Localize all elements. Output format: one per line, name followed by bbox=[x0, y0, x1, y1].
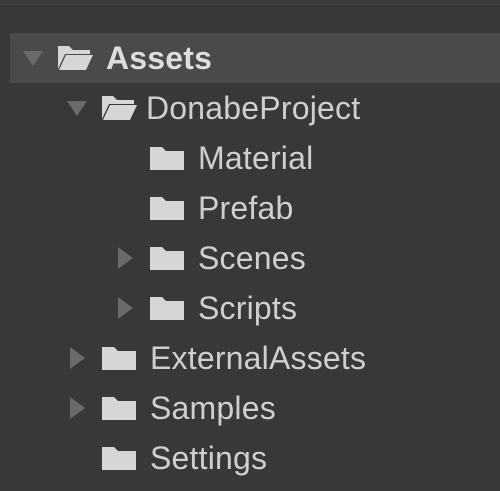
tree-item-label: ExternalAssets bbox=[150, 340, 367, 376]
tree-item-externalassets[interactable]: ExternalAssets bbox=[0, 333, 500, 383]
folder-open-icon bbox=[56, 33, 96, 83]
collapse-arrow-icon[interactable] bbox=[108, 283, 142, 333]
expand-arrow-icon[interactable] bbox=[16, 33, 50, 83]
arrow-placeholder bbox=[114, 183, 148, 233]
tree-item-label: Scripts bbox=[198, 290, 298, 326]
collapse-arrow-icon[interactable] bbox=[60, 333, 94, 383]
tree-item-label: Assets bbox=[106, 40, 213, 76]
folder-icon bbox=[148, 283, 188, 333]
arrow-placeholder bbox=[60, 433, 94, 483]
folder-icon bbox=[148, 233, 188, 283]
tree-item-label: Scenes bbox=[198, 240, 306, 276]
folder-icon bbox=[148, 133, 188, 183]
tree-item-material[interactable]: Material bbox=[0, 133, 500, 183]
panel-top-border bbox=[0, 0, 500, 7]
folder-icon bbox=[100, 433, 140, 483]
tree-item-label: Settings bbox=[150, 440, 268, 476]
tree-item-label: DonabeProject bbox=[146, 90, 361, 126]
folder-icon bbox=[100, 383, 140, 433]
folder-open-icon bbox=[100, 83, 140, 133]
arrow-placeholder bbox=[114, 133, 148, 183]
collapse-arrow-icon[interactable] bbox=[108, 233, 142, 283]
project-tree: Assets DonabeProject Material Prefab Sce… bbox=[0, 33, 500, 483]
tree-item-assets[interactable]: Assets bbox=[10, 33, 500, 83]
expand-arrow-icon[interactable] bbox=[60, 83, 94, 133]
tree-item-label: Samples bbox=[150, 390, 276, 426]
tree-item-scenes[interactable]: Scenes bbox=[0, 233, 500, 283]
project-panel: Assets DonabeProject Material Prefab Sce… bbox=[0, 0, 500, 491]
tree-item-settings[interactable]: Settings bbox=[0, 433, 500, 483]
folder-icon bbox=[100, 333, 140, 383]
tree-item-donabeproject[interactable]: DonabeProject bbox=[0, 83, 500, 133]
folder-icon bbox=[148, 183, 188, 233]
tree-item-label: Material bbox=[198, 140, 314, 176]
collapse-arrow-icon[interactable] bbox=[60, 383, 94, 433]
tree-item-prefab[interactable]: Prefab bbox=[0, 183, 500, 233]
tree-item-samples[interactable]: Samples bbox=[0, 383, 500, 433]
tree-item-label: Prefab bbox=[198, 190, 294, 226]
tree-item-scripts[interactable]: Scripts bbox=[0, 283, 500, 333]
